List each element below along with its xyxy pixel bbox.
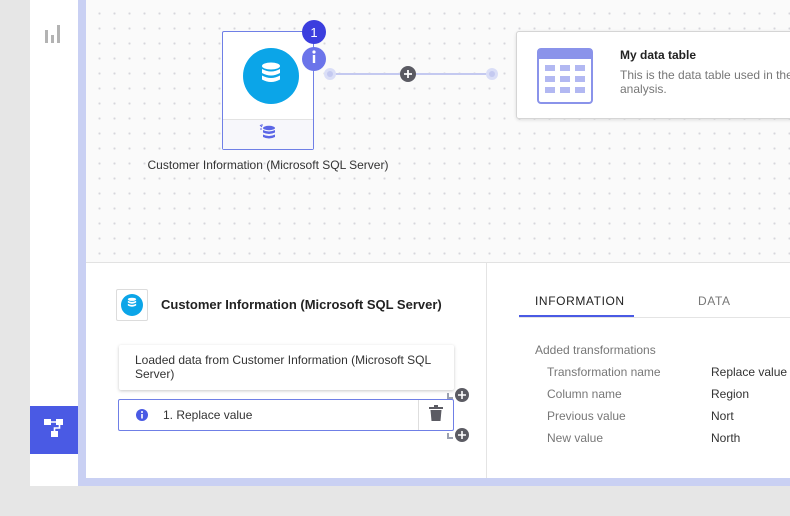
- add-step-button[interactable]: [455, 388, 469, 402]
- transformation-count-badge: 1: [302, 20, 326, 44]
- tab-information[interactable]: INFORMATION: [535, 294, 625, 308]
- add-step-button[interactable]: [455, 428, 469, 442]
- active-tab-indicator: [519, 315, 634, 317]
- info-icon: [135, 408, 149, 422]
- data-table-description: This is the data table used in the analy…: [620, 68, 790, 96]
- data-flow-button[interactable]: [30, 406, 78, 454]
- added-transformations-heading: Added transformations: [535, 343, 656, 357]
- flow-canvas[interactable]: 1 Customer Information (Microsoft SQL Se…: [86, 0, 790, 263]
- info-key: Previous value: [547, 409, 626, 423]
- main-panel: 1 Customer Information (Microsoft SQL Se…: [78, 0, 790, 486]
- step-label: Loaded data from Customer Information (M…: [135, 353, 431, 381]
- info-key: Column name: [547, 387, 622, 401]
- info-value: Replace value: [711, 365, 788, 379]
- bar-chart-icon[interactable]: [44, 22, 62, 49]
- details-panel: Customer Information (Microsoft SQL Serv…: [86, 263, 790, 478]
- data-table-icon: [537, 48, 593, 109]
- tab-data[interactable]: DATA: [698, 294, 731, 308]
- transformed-database-icon: [259, 124, 277, 145]
- database-icon: [126, 296, 138, 314]
- add-node-button[interactable]: [400, 66, 416, 82]
- data-table-title: My data table: [620, 48, 697, 62]
- info-icon: [309, 49, 319, 69]
- steps-column: Customer Information (Microsoft SQL Serv…: [86, 263, 487, 478]
- connector-mark: [447, 433, 453, 439]
- trash-icon: [429, 404, 443, 426]
- database-icon: [258, 61, 284, 92]
- delete-step-button[interactable]: [418, 400, 453, 430]
- left-sidebar: [30, 0, 78, 486]
- source-node-thumbnail: [116, 289, 148, 321]
- source-node-circle: [243, 48, 299, 104]
- data-flow-icon: [43, 417, 65, 444]
- badge-count-text: 1: [310, 24, 318, 40]
- info-value: Nort: [711, 409, 734, 423]
- step-replace-value[interactable]: 1. Replace value: [118, 399, 454, 431]
- info-value: Region: [711, 387, 750, 401]
- node-connector: [324, 66, 498, 82]
- info-key: Transformation name: [547, 365, 661, 379]
- data-table-node[interactable]: My data table This is the data table use…: [516, 31, 790, 119]
- source-node-label: Customer Information (Microsoft SQL Serv…: [147, 158, 389, 172]
- details-node-title: Customer Information (Microsoft SQL Serv…: [161, 297, 442, 312]
- info-key: New value: [547, 431, 604, 445]
- step-label: 1. Replace value: [163, 408, 253, 422]
- source-node-footer: [223, 119, 313, 149]
- info-value: North: [711, 431, 741, 445]
- tab-divider: [519, 317, 790, 318]
- step-loaded-data[interactable]: Loaded data from Customer Information (M…: [119, 345, 454, 390]
- source-node[interactable]: [222, 31, 314, 150]
